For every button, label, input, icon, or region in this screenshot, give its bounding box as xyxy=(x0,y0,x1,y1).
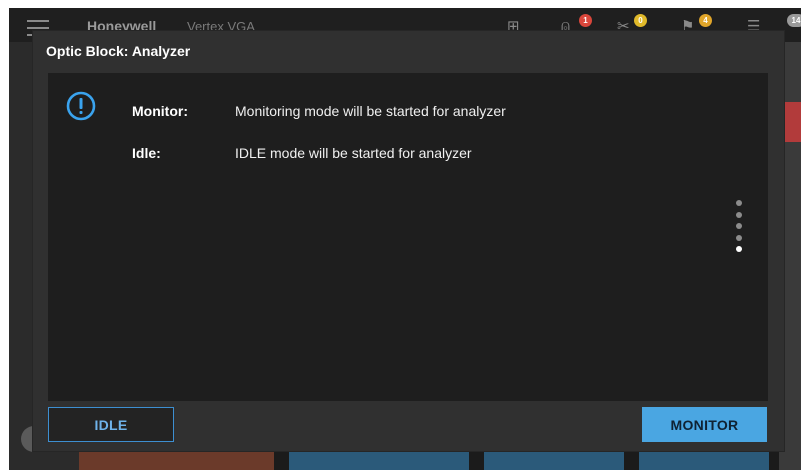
idle-button[interactable]: IDLE xyxy=(48,407,174,442)
status-segment[interactable] xyxy=(639,448,769,470)
status-segment[interactable] xyxy=(484,448,624,470)
info-exclamation-icon xyxy=(66,91,96,121)
warning-count-badge: 4 xyxy=(699,14,712,27)
bottom-status-bar xyxy=(79,448,779,470)
optic-block-dialog: Optic Block: Analyzer Monitor: Monitorin… xyxy=(33,31,784,451)
list-count-badge: 14 xyxy=(787,14,801,27)
maintenance-count-badge: 0 xyxy=(634,14,647,27)
idle-label: Idle: xyxy=(132,145,161,161)
idle-description: IDLE mode will be started for analyzer xyxy=(235,145,472,161)
monitor-button[interactable]: MONITOR xyxy=(642,407,767,442)
monitor-description: Monitoring mode will be started for anal… xyxy=(235,103,506,119)
page-indicator xyxy=(736,200,744,258)
page-dot[interactable] xyxy=(736,211,742,218)
page-dot[interactable] xyxy=(736,234,742,241)
page-dot[interactable] xyxy=(736,200,742,206)
dialog-title: Optic Block: Analyzer xyxy=(46,43,191,59)
status-segment[interactable] xyxy=(79,448,274,470)
page-dot-active[interactable] xyxy=(736,246,742,252)
dialog-body: Monitor: Monitoring mode will be started… xyxy=(48,73,768,401)
monitor-label: Monitor: xyxy=(132,103,188,119)
alarm-count-badge: 1 xyxy=(579,14,592,27)
status-segment[interactable] xyxy=(289,448,469,470)
page-dot[interactable] xyxy=(736,223,742,229)
